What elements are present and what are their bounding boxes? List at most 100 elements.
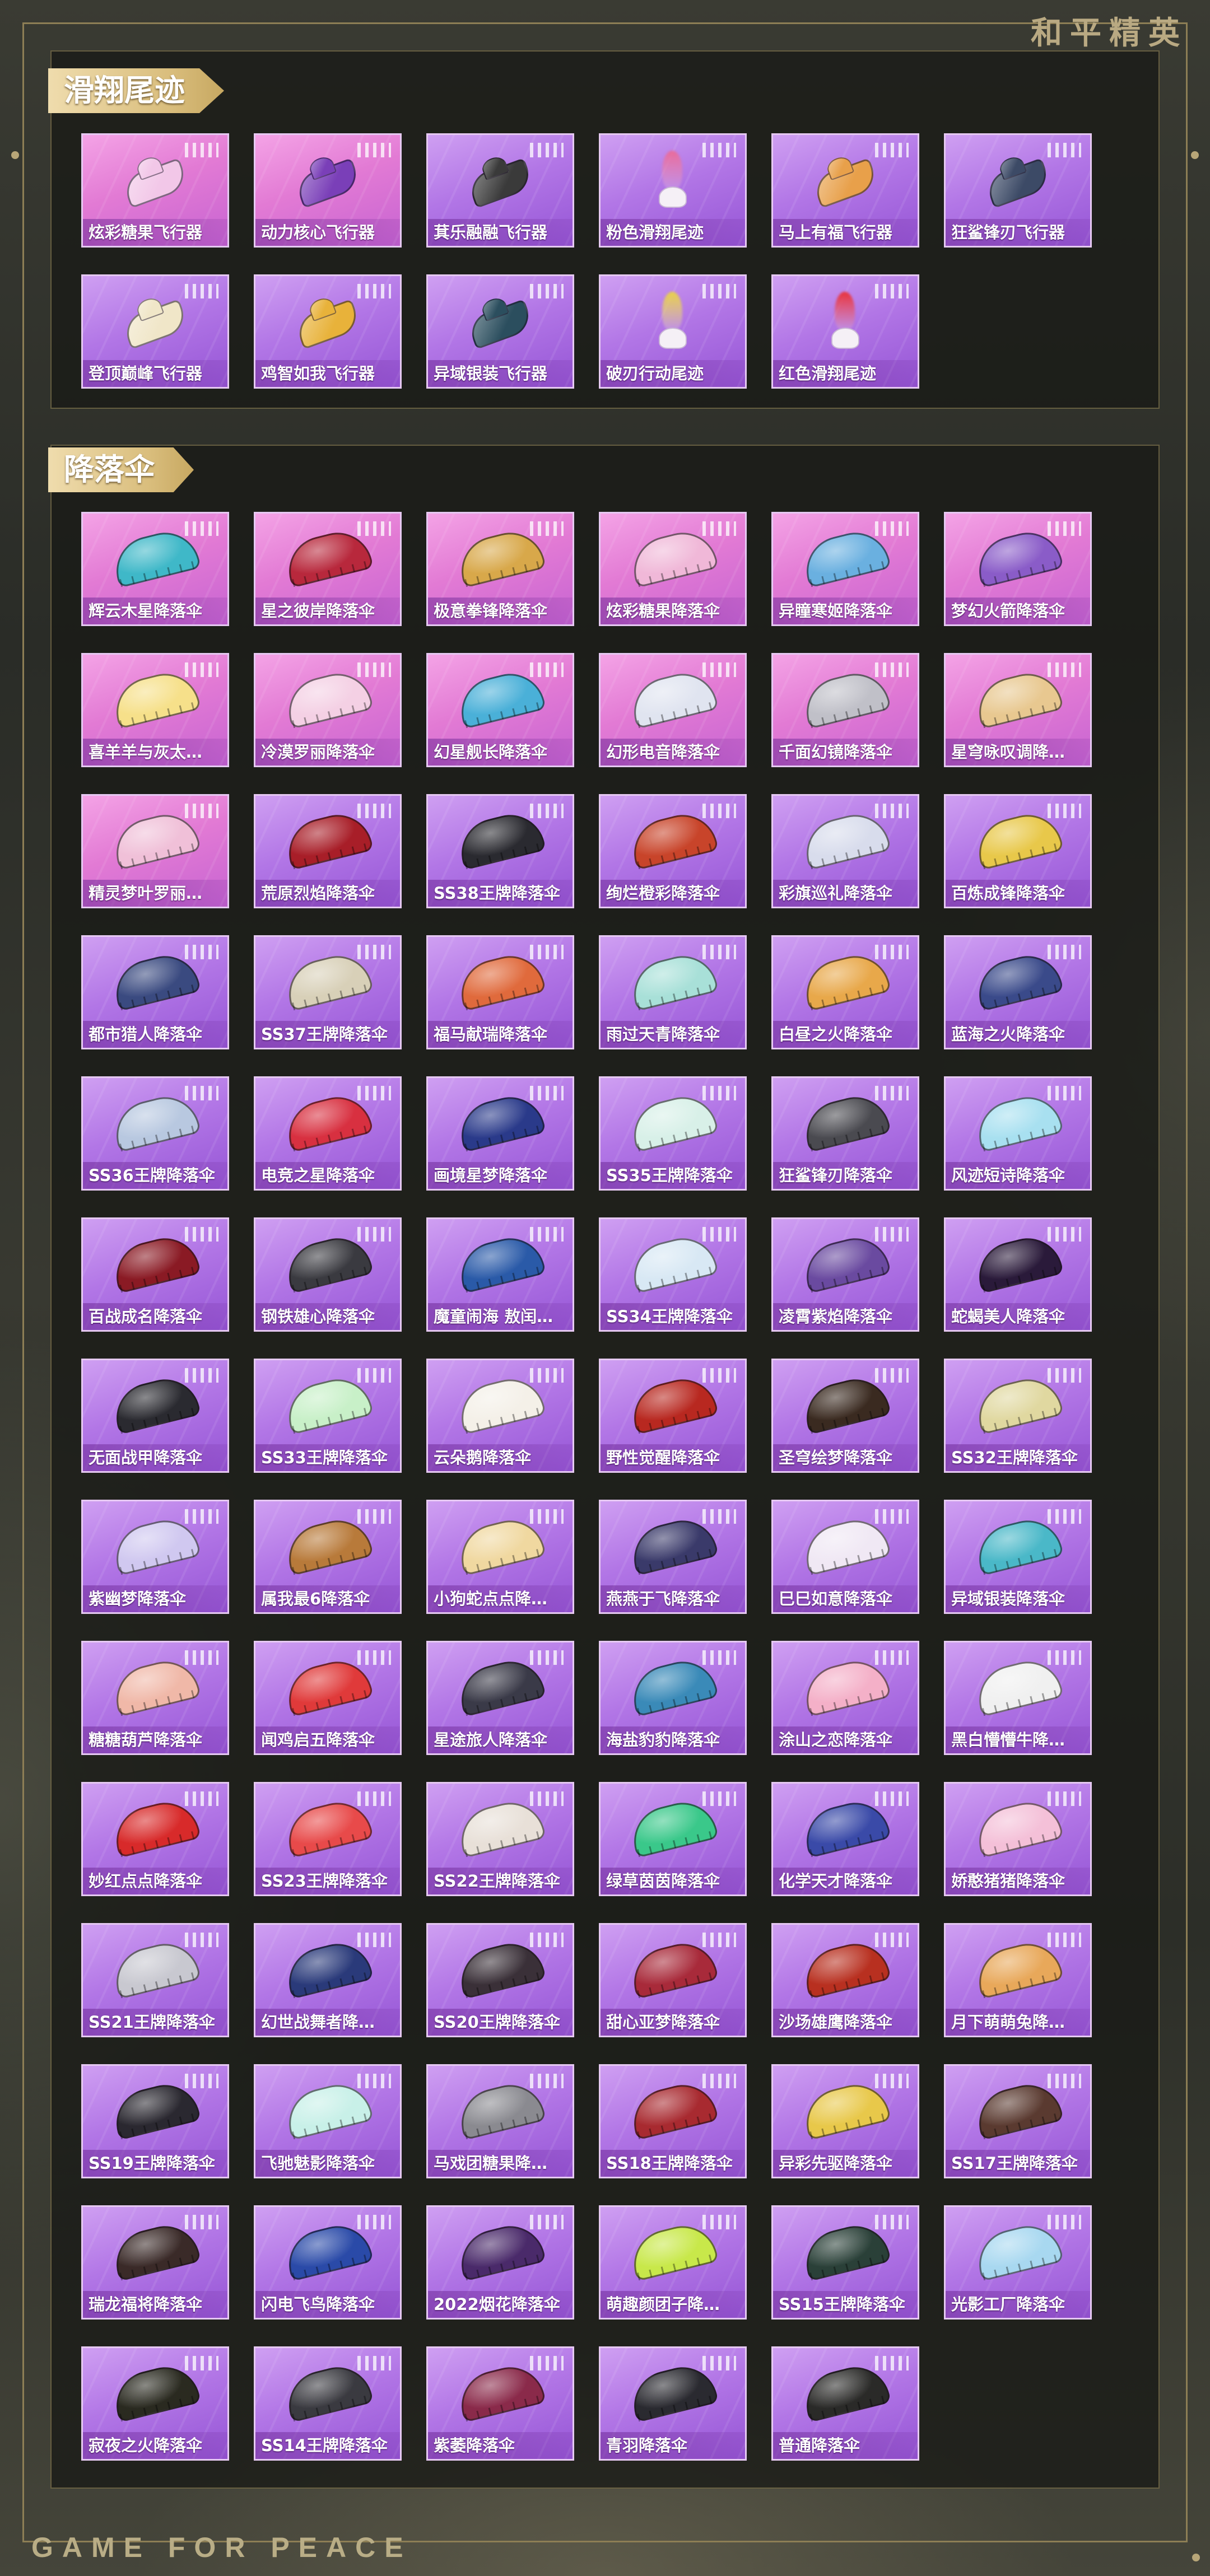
parachutes-item-card[interactable]: 蛇蝎美人降落伞 [944,1217,1092,1332]
parachutes-item-card[interactable]: 光影工厂降落伞 [944,2205,1092,2320]
parachutes-item-card[interactable]: 云朵鹅降落伞 [426,1359,574,1473]
parachutes-item-card[interactable]: 属我最6降落伞 [254,1500,402,1614]
trails-item-card[interactable]: 萁乐融融飞行器 [426,133,574,248]
parachutes-item-card[interactable]: 青羽降落伞 [599,2346,747,2461]
parachutes-item-card[interactable]: SS36王牌降落伞 [81,1076,229,1191]
trails-item-card[interactable]: 粉色滑翔尾迹 [599,133,747,248]
parachutes-item-card[interactable]: 飞驰魅影降落伞 [254,2064,402,2178]
parachutes-item-card[interactable]: 喜羊羊与灰太… [81,653,229,767]
parachutes-item-card[interactable]: 精灵梦叶罗丽… [81,794,229,908]
parachutes-item-card[interactable]: 瑞龙福将降落伞 [81,2205,229,2320]
parachutes-item-card[interactable]: 幻形电音降落伞 [599,653,747,767]
parachutes-item-card[interactable]: 雨过天青降落伞 [599,935,747,1049]
parachutes-item-card[interactable]: SS15王牌降落伞 [771,2205,919,2320]
trails-item-card[interactable]: 狂鲨锋刃飞行器 [944,133,1092,248]
parachutes-item-card[interactable]: 普通降落伞 [771,2346,919,2461]
parachutes-item-card[interactable]: 魔童闹海 敖闰… [426,1217,574,1332]
parachutes-item-card[interactable]: SS32王牌降落伞 [944,1359,1092,1473]
parachute-canopy-icon [799,525,892,588]
parachutes-item-card[interactable]: 沙场雄鹰降落伞 [771,1923,919,2037]
parachutes-item-card[interactable]: 白昼之火降落伞 [771,935,919,1049]
parachutes-item-card[interactable]: 异域银装降落伞 [944,1500,1092,1614]
trails-item-card[interactable]: 登顶巅峰飞行器 [81,274,229,389]
parachutes-item-card[interactable]: 画境星梦降落伞 [426,1076,574,1191]
parachutes-item-card[interactable]: SS37王牌降落伞 [254,935,402,1049]
item-name-label: 紫萎降落伞 [428,2432,573,2459]
trails-item-card[interactable]: 红色滑翔尾迹 [771,274,919,389]
parachutes-item-card[interactable]: SS22王牌降落伞 [426,1782,574,1896]
parachutes-item-card[interactable]: 都市猎人降落伞 [81,935,229,1049]
parachutes-item-card[interactable]: 巳巳如意降落伞 [771,1500,919,1614]
parachutes-item-card[interactable]: 黑白懵懵牛降… [944,1641,1092,1755]
trails-item-card[interactable]: 异域银装飞行器 [426,274,574,389]
parachutes-item-card[interactable]: 妙红点点降落伞 [81,1782,229,1896]
parachutes-item-card[interactable]: 狂鲨锋刃降落伞 [771,1076,919,1191]
parachutes-item-card[interactable]: SS23王牌降落伞 [254,1782,402,1896]
trails-item-card[interactable]: 鸡智如我飞行器 [254,274,402,389]
parachutes-item-card[interactable]: 小狗蛇点点降… [426,1500,574,1614]
parachutes-item-card[interactable]: 星途旅人降落伞 [426,1641,574,1755]
parachutes-item-card[interactable]: 月下萌萌兔降… [944,1923,1092,2037]
parachutes-item-card[interactable]: 甜心亚梦降落伞 [599,1923,747,2037]
parachutes-item-card[interactable]: SS20王牌降落伞 [426,1923,574,2037]
parachutes-item-card[interactable]: 无面战甲降落伞 [81,1359,229,1473]
parachutes-item-card[interactable]: 糖糖葫芦降落伞 [81,1641,229,1755]
trails-item-card[interactable]: 破刃行动尾迹 [599,274,747,389]
parachutes-item-card[interactable]: SS38王牌降落伞 [426,794,574,908]
parachutes-item-card[interactable]: 幻世战舞者降… [254,1923,402,2037]
parachutes-item-card[interactable]: 凌霄紫焰降落伞 [771,1217,919,1332]
parachutes-item-card[interactable]: 涂山之恋降落伞 [771,1641,919,1755]
parachutes-item-card[interactable]: 百炼成锋降落伞 [944,794,1092,908]
parachutes-item-card[interactable]: 绿草茵茵降落伞 [599,1782,747,1896]
parachutes-item-card[interactable]: 寂夜之火降落伞 [81,2346,229,2461]
parachutes-item-card[interactable]: 圣穹绘梦降落伞 [771,1359,919,1473]
parachutes-item-card[interactable]: 荒原烈焰降落伞 [254,794,402,908]
parachutes-item-card[interactable]: 冷漠罗丽降落伞 [254,653,402,767]
parachutes-item-card[interactable]: 炫彩糖果降落伞 [599,512,747,626]
parachutes-item-card[interactable]: SS34王牌降落伞 [599,1217,747,1332]
parachute-canopy-icon [109,666,202,729]
parachutes-item-card[interactable]: 彩旗巡礼降落伞 [771,794,919,908]
parachutes-item-card[interactable]: 闪电飞鸟降落伞 [254,2205,402,2320]
parachutes-item-card[interactable]: 异瞳寒姬降落伞 [771,512,919,626]
parachutes-item-card[interactable]: 海盐豹豹降落伞 [599,1641,747,1755]
parachutes-item-card[interactable]: 闻鸡启五降落伞 [254,1641,402,1755]
parachutes-item-card[interactable]: 钢铁雄心降落伞 [254,1217,402,1332]
parachutes-item-card[interactable]: SS35王牌降落伞 [599,1076,747,1191]
parachutes-item-card[interactable]: 辉云木星降落伞 [81,512,229,626]
parachutes-item-card[interactable]: 化学天才降落伞 [771,1782,919,1896]
parachutes-item-card[interactable]: 马戏团糖果降… [426,2064,574,2178]
parachutes-item-card[interactable]: 野性觉醒降落伞 [599,1359,747,1473]
parachutes-item-card[interactable]: SS18王牌降落伞 [599,2064,747,2178]
trails-item-card[interactable]: 马上有福飞行器 [771,133,919,248]
parachutes-item-card[interactable]: 蓝海之火降落伞 [944,935,1092,1049]
parachutes-item-card[interactable]: SS21王牌降落伞 [81,1923,229,2037]
parachutes-item-card[interactable]: 福马献瑞降落伞 [426,935,574,1049]
parachutes-item-card[interactable]: SS17王牌降落伞 [944,2064,1092,2178]
item-name-label: 云朵鹅降落伞 [428,1444,573,1471]
parachutes-item-card[interactable]: 燕燕于飞降落伞 [599,1500,747,1614]
item-name-label: 鸡智如我飞行器 [255,360,400,387]
parachutes-item-card[interactable]: 千面幻镜降落伞 [771,653,919,767]
parachutes-item-card[interactable]: 娇憨猪猪降落伞 [944,1782,1092,1896]
parachutes-item-card[interactable]: 异彩先驱降落伞 [771,2064,919,2178]
parachute-icon [454,2078,547,2143]
trails-item-card[interactable]: 炫彩糖果飞行器 [81,133,229,248]
parachutes-item-card[interactable]: 梦幻火箭降落伞 [944,512,1092,626]
parachutes-item-card[interactable]: SS19王牌降落伞 [81,2064,229,2178]
parachutes-item-card[interactable]: 紫幽梦降落伞 [81,1500,229,1614]
parachutes-item-card[interactable]: 萌趣颜团子降… [599,2205,747,2320]
parachutes-item-card[interactable]: 风迹短诗降落伞 [944,1076,1092,1191]
parachutes-item-card[interactable]: 电竞之星降落伞 [254,1076,402,1191]
parachutes-item-card[interactable]: SS14王牌降落伞 [254,2346,402,2461]
parachutes-item-card[interactable]: 星之彼岸降落伞 [254,512,402,626]
parachutes-item-card[interactable]: 极意拳锋降落伞 [426,512,574,626]
parachutes-item-card[interactable]: 绚烂橙彩降落伞 [599,794,747,908]
parachutes-item-card[interactable]: 紫萎降落伞 [426,2346,574,2461]
parachutes-item-card[interactable]: 2022烟花降落伞 [426,2205,574,2320]
parachutes-item-card[interactable]: 幻星舰长降落伞 [426,653,574,767]
parachutes-item-card[interactable]: 星穹咏叹调降… [944,653,1092,767]
trails-item-card[interactable]: 动力核心飞行器 [254,133,402,248]
parachutes-item-card[interactable]: 百战成名降落伞 [81,1217,229,1332]
parachutes-item-card[interactable]: SS33王牌降落伞 [254,1359,402,1473]
